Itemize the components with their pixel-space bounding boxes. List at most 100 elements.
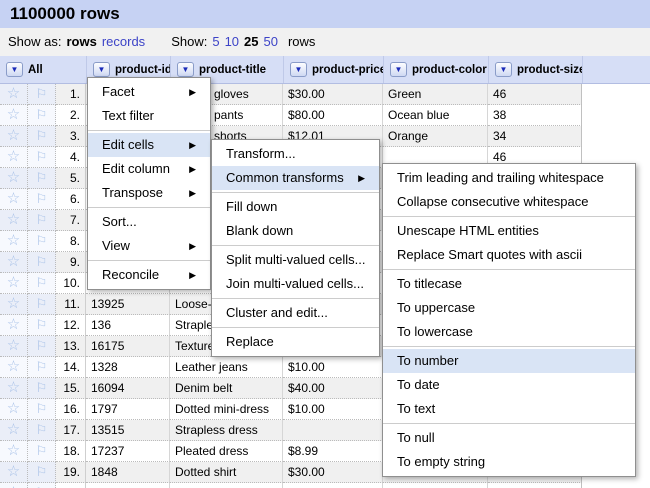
common-transforms-menu-item-to-lowercase[interactable]: To lowercase [383,320,635,344]
flag-cell[interactable]: ⚐ [28,231,56,252]
column-menu-item-sort[interactable]: Sort... [88,210,210,234]
star-cell[interactable]: ☆ [0,189,28,210]
view-mode-rows[interactable]: rows [66,34,96,49]
star-cell[interactable]: ☆ [0,84,28,105]
cell-product-id[interactable] [86,483,170,488]
edit-cells-menu-item-replace[interactable]: Replace [212,330,379,354]
column-menu-item-facet[interactable]: Facet ▶ [88,80,210,104]
cell-product-id[interactable]: 1797 [86,399,170,420]
star-cell[interactable]: ☆ [0,168,28,189]
star-cell[interactable]: ☆ [0,420,28,441]
flag-cell[interactable]: ⚐ [28,294,56,315]
page-size-5[interactable]: 5 [212,34,219,49]
star-cell[interactable]: ☆ [0,483,28,488]
column-dropdown-button-product-price[interactable]: ▼ [290,62,307,77]
cell-product-size[interactable]: 46 [488,84,582,105]
page-size-50[interactable]: 50 [264,34,278,49]
cell-product-size[interactable]: 38 [488,105,582,126]
star-cell[interactable]: ☆ [0,462,28,483]
cell-product-size[interactable]: 34 [488,126,582,147]
cell-product-title[interactable]: Dotted shirt [170,462,283,483]
star-cell[interactable]: ☆ [0,441,28,462]
column-dropdown-button-product-size[interactable]: ▼ [495,62,512,77]
column-dropdown-button-product-title[interactable]: ▼ [177,62,194,77]
flag-cell[interactable]: ⚐ [28,462,56,483]
flag-cell[interactable]: ⚐ [28,336,56,357]
flag-cell[interactable]: ⚐ [28,357,56,378]
cell-product-price[interactable]: $30.00 [283,462,383,483]
cell-product-title[interactable]: Strapless dress [170,420,283,441]
cell-product-color[interactable]: Ocean blue [383,105,488,126]
flag-cell[interactable]: ⚐ [28,252,56,273]
view-mode-records[interactable]: records [102,34,145,49]
edit-cells-menu-item-fill-down[interactable]: Fill down [212,195,379,219]
flag-cell[interactable]: ⚐ [28,84,56,105]
cell-product-id[interactable]: 1328 [86,357,170,378]
common-transforms-menu-item-to-number[interactable]: To number [383,349,635,373]
cell-product-color[interactable]: Orange [383,126,488,147]
cell-product-price[interactable]: $8.99 [283,441,383,462]
cell-product-title[interactable]: Pleated dress [170,441,283,462]
flag-cell[interactable]: ⚐ [28,399,56,420]
cell-product-price[interactable]: $10.00 [283,399,383,420]
common-transforms-menu-item-to-date[interactable]: To date [383,373,635,397]
star-cell[interactable]: ☆ [0,210,28,231]
common-transforms-menu-item-collapse-consecutive-whitespace[interactable]: Collapse consecutive whitespace [383,190,635,214]
edit-cells-menu-item-transform[interactable]: Transform... [212,142,379,166]
star-cell[interactable]: ☆ [0,378,28,399]
edit-cells-menu-item-common-transforms[interactable]: Common transforms ▶ [212,166,379,190]
star-cell[interactable]: ☆ [0,315,28,336]
common-transforms-menu-item-replace-smart-quotes-with-ascii[interactable]: Replace Smart quotes with ascii [383,243,635,267]
cell-product-title[interactable] [170,483,283,488]
column-menu-item-text-filter[interactable]: Text filter [88,104,210,128]
star-cell[interactable]: ☆ [0,357,28,378]
flag-cell[interactable]: ⚐ [28,147,56,168]
cell-product-price[interactable]: $10.00 [283,357,383,378]
star-cell[interactable]: ☆ [0,231,28,252]
flag-cell[interactable]: ⚐ [28,126,56,147]
star-cell[interactable]: ☆ [0,252,28,273]
star-cell[interactable]: ☆ [0,336,28,357]
star-cell[interactable]: ☆ [0,399,28,420]
cell-product-id[interactable]: 16094 [86,378,170,399]
flag-cell[interactable]: ⚐ [28,378,56,399]
edit-cells-menu-item-join-multi-valued-cells[interactable]: Join multi-valued cells... [212,272,379,296]
flag-cell[interactable]: ⚐ [28,168,56,189]
common-transforms-menu-item-to-titlecase[interactable]: To titlecase [383,272,635,296]
star-cell[interactable]: ☆ [0,294,28,315]
cell-product-price[interactable]: $80.00 [283,105,383,126]
flag-cell[interactable]: ⚐ [28,441,56,462]
cell-product-price[interactable]: $30.00 [283,84,383,105]
cell-product-price[interactable] [283,420,383,441]
common-transforms-menu-item-to-uppercase[interactable]: To uppercase [383,296,635,320]
cell-product-title[interactable]: Leather jeans [170,357,283,378]
column-menu-item-view[interactable]: View ▶ [88,234,210,258]
flag-cell[interactable]: ⚐ [28,483,56,488]
star-cell[interactable]: ☆ [0,147,28,168]
cell-product-id[interactable]: 17237 [86,441,170,462]
edit-cells-menu-item-cluster-and-edit[interactable]: Cluster and edit... [212,301,379,325]
cell-product-price[interactable] [283,483,383,488]
flag-cell[interactable]: ⚐ [28,210,56,231]
cell-product-size[interactable] [488,483,582,488]
common-transforms-menu-item-to-empty-string[interactable]: To empty string [383,450,635,474]
edit-cells-menu-item-split-multi-valued-cells[interactable]: Split multi-valued cells... [212,248,379,272]
common-transforms-menu-item-trim-leading-and-trailing-whitespace[interactable]: Trim leading and trailing whitespace [383,166,635,190]
star-cell[interactable]: ☆ [0,105,28,126]
cell-product-title[interactable]: Dotted mini-dress [170,399,283,420]
edit-cells-menu-item-blank-down[interactable]: Blank down [212,219,379,243]
column-menu-item-transpose[interactable]: Transpose ▶ [88,181,210,205]
flag-cell[interactable]: ⚐ [28,105,56,126]
star-cell[interactable]: ☆ [0,273,28,294]
common-transforms-menu-item-unescape-html-entities[interactable]: Unescape HTML entities [383,219,635,243]
all-column-dropdown-button[interactable]: ▼ [6,62,23,77]
cell-product-id[interactable]: 1848 [86,462,170,483]
star-cell[interactable]: ☆ [0,126,28,147]
cell-product-id[interactable]: 13925 [86,294,170,315]
cell-product-id[interactable]: 16175 [86,336,170,357]
cell-product-id[interactable]: 136 [86,315,170,336]
column-menu-item-reconcile[interactable]: Reconcile ▶ [88,263,210,287]
cell-product-price[interactable]: $40.00 [283,378,383,399]
cell-product-color[interactable] [383,483,488,488]
cell-product-id[interactable]: 13515 [86,420,170,441]
